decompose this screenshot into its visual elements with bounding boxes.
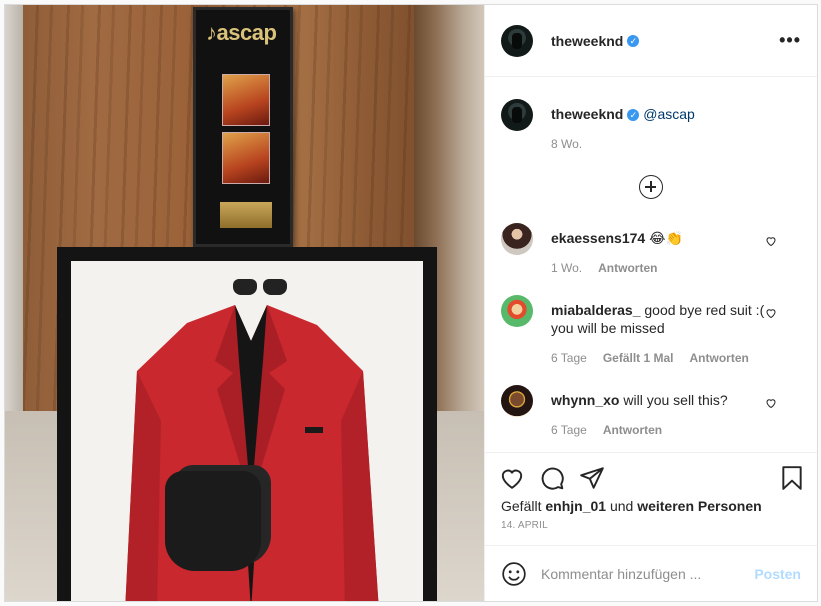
author-avatar[interactable]: [501, 24, 533, 57]
load-more-comments: [501, 175, 801, 199]
post-header: theweeknd ✓ •••: [485, 5, 817, 77]
post-comment-button[interactable]: Posten: [754, 566, 801, 582]
caption-username[interactable]: theweeknd: [551, 106, 623, 122]
plaque-photo-bottom: [222, 132, 270, 184]
action-bar: [485, 452, 817, 496]
plaque-photo-top: [222, 74, 270, 126]
comment-avatar[interactable]: [501, 385, 533, 417]
caption-mention[interactable]: @ascap: [643, 106, 695, 122]
verified-badge-icon: ✓: [627, 34, 640, 47]
post-dialog: ♪ascap theweeknd ✓ ••• theweeknd ✓ @asca…: [4, 4, 818, 602]
ascap-logo: ♪ascap: [206, 20, 277, 45]
load-more-plus-icon[interactable]: [639, 175, 663, 199]
comment-username[interactable]: miabalderas_: [551, 302, 641, 318]
comment-time[interactable]: 6 Tage: [551, 349, 587, 367]
comment-thread[interactable]: theweeknd ✓ @ascap 8 Wo. ekaessens174 😂👏 …: [485, 77, 817, 452]
verified-badge-icon: ✓: [627, 109, 640, 121]
comment-avatar[interactable]: [501, 223, 533, 255]
likes-summary: Gefällt enhjn_01 und weiteren Personen: [485, 496, 817, 514]
comment-heart-icon[interactable]: [765, 307, 777, 319]
post-sidebar: theweeknd ✓ ••• theweeknd ✓ @ascap 8 Wo.: [484, 5, 817, 601]
comment-heart-icon[interactable]: [765, 235, 777, 247]
caption-time[interactable]: 8 Wo.: [551, 135, 582, 153]
likes-middle: und: [609, 498, 634, 514]
black-gloves: [165, 471, 261, 571]
reply-button[interactable]: Antworten: [603, 421, 662, 439]
share-icon[interactable]: [579, 465, 605, 491]
sunglasses: [231, 277, 289, 297]
comment-item: ekaessens174 😂👏 1 Wo. Antworten: [501, 223, 801, 277]
caption-avatar[interactable]: [501, 99, 533, 131]
post-date[interactable]: 14. APRIL: [485, 514, 817, 545]
comment-item: miabalderas_ good bye red suit :( you wi…: [501, 295, 801, 367]
plaque-plate: [220, 202, 272, 228]
emoji-icon[interactable]: [501, 561, 527, 587]
post-image[interactable]: ♪ascap: [5, 5, 484, 601]
likes-others[interactable]: weiteren Personen: [637, 498, 762, 514]
comment-likes[interactable]: Gefällt 1 Mal: [603, 349, 674, 367]
comment-avatar[interactable]: [501, 295, 533, 327]
heart-icon[interactable]: [499, 465, 525, 491]
reply-button[interactable]: Antworten: [598, 259, 657, 277]
comment-time[interactable]: 1 Wo.: [551, 259, 582, 277]
comment-text: will you sell this?: [623, 392, 728, 408]
more-options-icon[interactable]: •••: [779, 30, 801, 51]
bookmark-icon[interactable]: [779, 465, 805, 491]
frame-mat: [71, 261, 423, 601]
reply-button[interactable]: Antworten: [690, 349, 749, 367]
comment-username[interactable]: ekaessens174: [551, 230, 645, 246]
comment-time[interactable]: 6 Tage: [551, 421, 587, 439]
comment-icon[interactable]: [539, 465, 565, 491]
caption: theweeknd ✓ @ascap 8 Wo.: [501, 99, 801, 153]
likes-user[interactable]: enhjn_01: [545, 498, 606, 514]
author-username[interactable]: theweeknd: [551, 33, 623, 49]
shadow-box-frame: [57, 247, 437, 601]
likes-prefix: Gefällt: [501, 498, 542, 514]
comment-item: whynn_xo will you sell this? 6 Tage Antw…: [501, 385, 801, 439]
comment-heart-icon[interactable]: [765, 397, 777, 409]
ascap-plaque: ♪ascap: [193, 7, 293, 247]
add-comment-bar: Posten: [485, 545, 817, 601]
comment-text: 😂👏: [649, 230, 683, 246]
comment-username[interactable]: whynn_xo: [551, 392, 619, 408]
comment-input[interactable]: [541, 565, 755, 582]
